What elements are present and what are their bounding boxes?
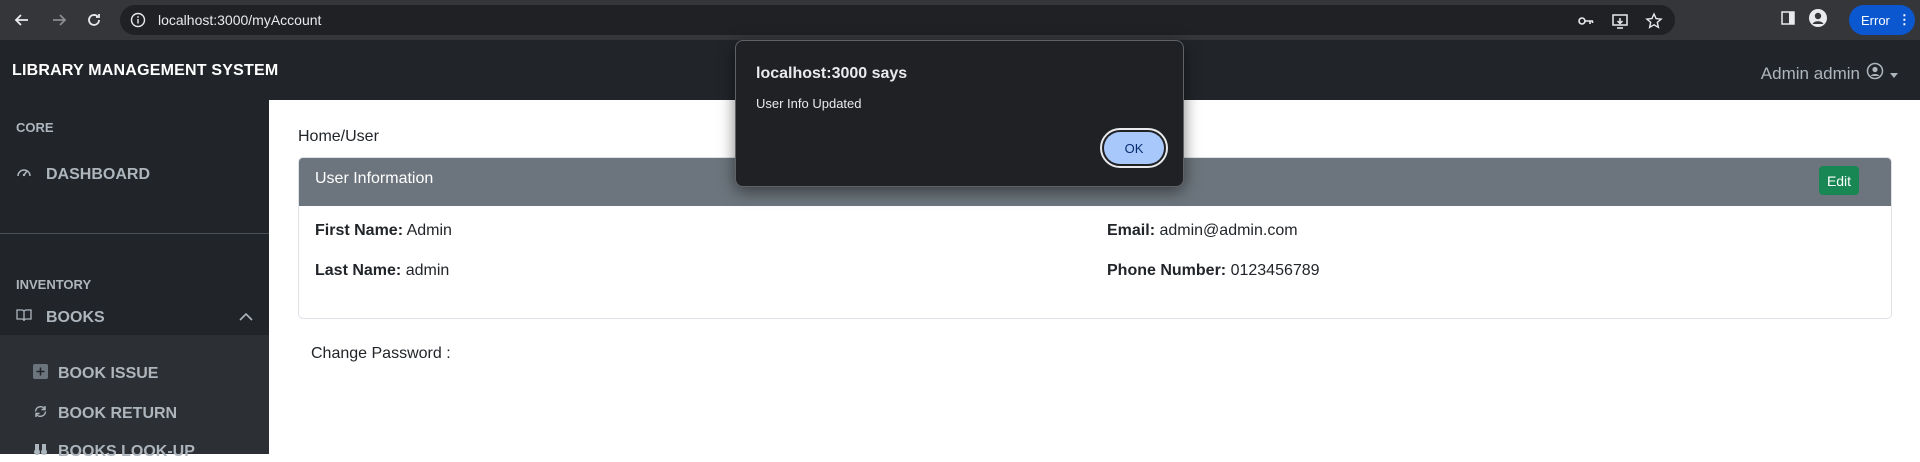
install-app-icon[interactable] — [1611, 12, 1629, 30]
first-name-field: First Name: Admin — [315, 222, 452, 240]
sidebar-item-label: BOOKS — [46, 308, 105, 326]
browser-toolbar: localhost:3000/myAccount Error ⋮ — [0, 0, 1920, 40]
refresh-icon — [33, 404, 48, 424]
caret-down-icon — [1890, 64, 1898, 84]
sidebar: CORE DASHBOARD INVENTORY BOOKS BOOK ISSU… — [0, 100, 269, 460]
sidebar-item-book-return[interactable]: BOOK RETURN — [33, 404, 177, 424]
binoculars-icon — [33, 442, 48, 462]
last-name-field: Last Name: admin — [315, 262, 449, 280]
sidebar-item-books[interactable]: BOOKS — [16, 307, 253, 328]
user-circle-icon — [1866, 62, 1884, 85]
last-name-label: Last Name: — [315, 262, 402, 279]
phone-value: 0123456789 — [1230, 262, 1320, 279]
site-info-icon[interactable] — [130, 12, 146, 28]
side-panel-icon[interactable] — [1780, 10, 1796, 31]
bookmark-star-icon[interactable] — [1645, 12, 1663, 30]
sidebar-item-label: BOOK RETURN — [58, 405, 178, 422]
change-password-label: Change Password : — [311, 345, 451, 362]
sidebar-item-label: DASHBOARD — [46, 165, 150, 183]
forward-arrow-icon[interactable] — [47, 8, 71, 32]
back-arrow-icon[interactable] — [10, 8, 34, 32]
address-bar[interactable]: localhost:3000/myAccount — [120, 5, 1675, 35]
book-open-icon — [16, 307, 32, 328]
ok-button-label: OK — [1104, 132, 1164, 164]
url-text: localhost:3000/myAccount — [158, 12, 322, 28]
key-icon[interactable] — [1577, 12, 1595, 30]
breadcrumb: Home/User — [298, 128, 379, 145]
first-name-value: Admin — [406, 222, 452, 239]
alert-dialog: localhost:3000 says User Info Updated OK — [735, 40, 1184, 187]
card-title: User Information — [315, 170, 434, 187]
chevron-up-icon — [239, 309, 253, 327]
dialog-title: localhost:3000 says — [756, 65, 908, 82]
user-name: Admin admin — [1760, 63, 1860, 83]
sidebar-item-book-issue[interactable]: BOOK ISSUE — [33, 364, 158, 384]
sidebar-item-label: BOOK ISSUE — [58, 365, 159, 382]
sidebar-item-books-lookup[interactable]: BOOKS LOOK-UP — [33, 442, 195, 462]
speedometer-icon — [16, 164, 32, 185]
email-label: Email: — [1107, 222, 1156, 239]
dialog-message: User Info Updated — [756, 96, 862, 111]
core-heading: CORE — [16, 120, 54, 135]
phone-label: Phone Number: — [1107, 262, 1227, 279]
kebab-menu-icon[interactable]: ⋮ — [1898, 12, 1911, 28]
sidebar-item-label: BOOKS LOOK-UP — [58, 443, 195, 460]
edit-button[interactable]: Edit — [1819, 166, 1859, 195]
inventory-heading: INVENTORY — [16, 277, 92, 292]
books-subnav — [0, 335, 269, 454]
ok-button[interactable]: OK — [1100, 128, 1168, 168]
email-value: admin@admin.com — [1159, 222, 1298, 239]
profile-error-button[interactable]: Error ⋮ — [1849, 5, 1915, 35]
brand-title[interactable]: LIBRARY MANAGEMENT SYSTEM — [12, 62, 278, 80]
error-label: Error — [1861, 12, 1890, 28]
first-name-label: First Name: — [315, 222, 404, 239]
phone-field: Phone Number: 0123456789 — [1107, 262, 1320, 280]
sidebar-divider — [0, 233, 269, 234]
plus-square-icon — [33, 364, 48, 384]
sidebar-item-dashboard[interactable]: DASHBOARD — [16, 164, 150, 185]
reload-icon[interactable] — [82, 8, 106, 32]
last-name-value: admin — [405, 262, 450, 279]
profile-avatar-icon[interactable] — [1808, 8, 1828, 33]
email-field: Email: admin@admin.com — [1107, 222, 1298, 240]
user-dropdown[interactable]: Admin admin — [1761, 62, 1898, 85]
